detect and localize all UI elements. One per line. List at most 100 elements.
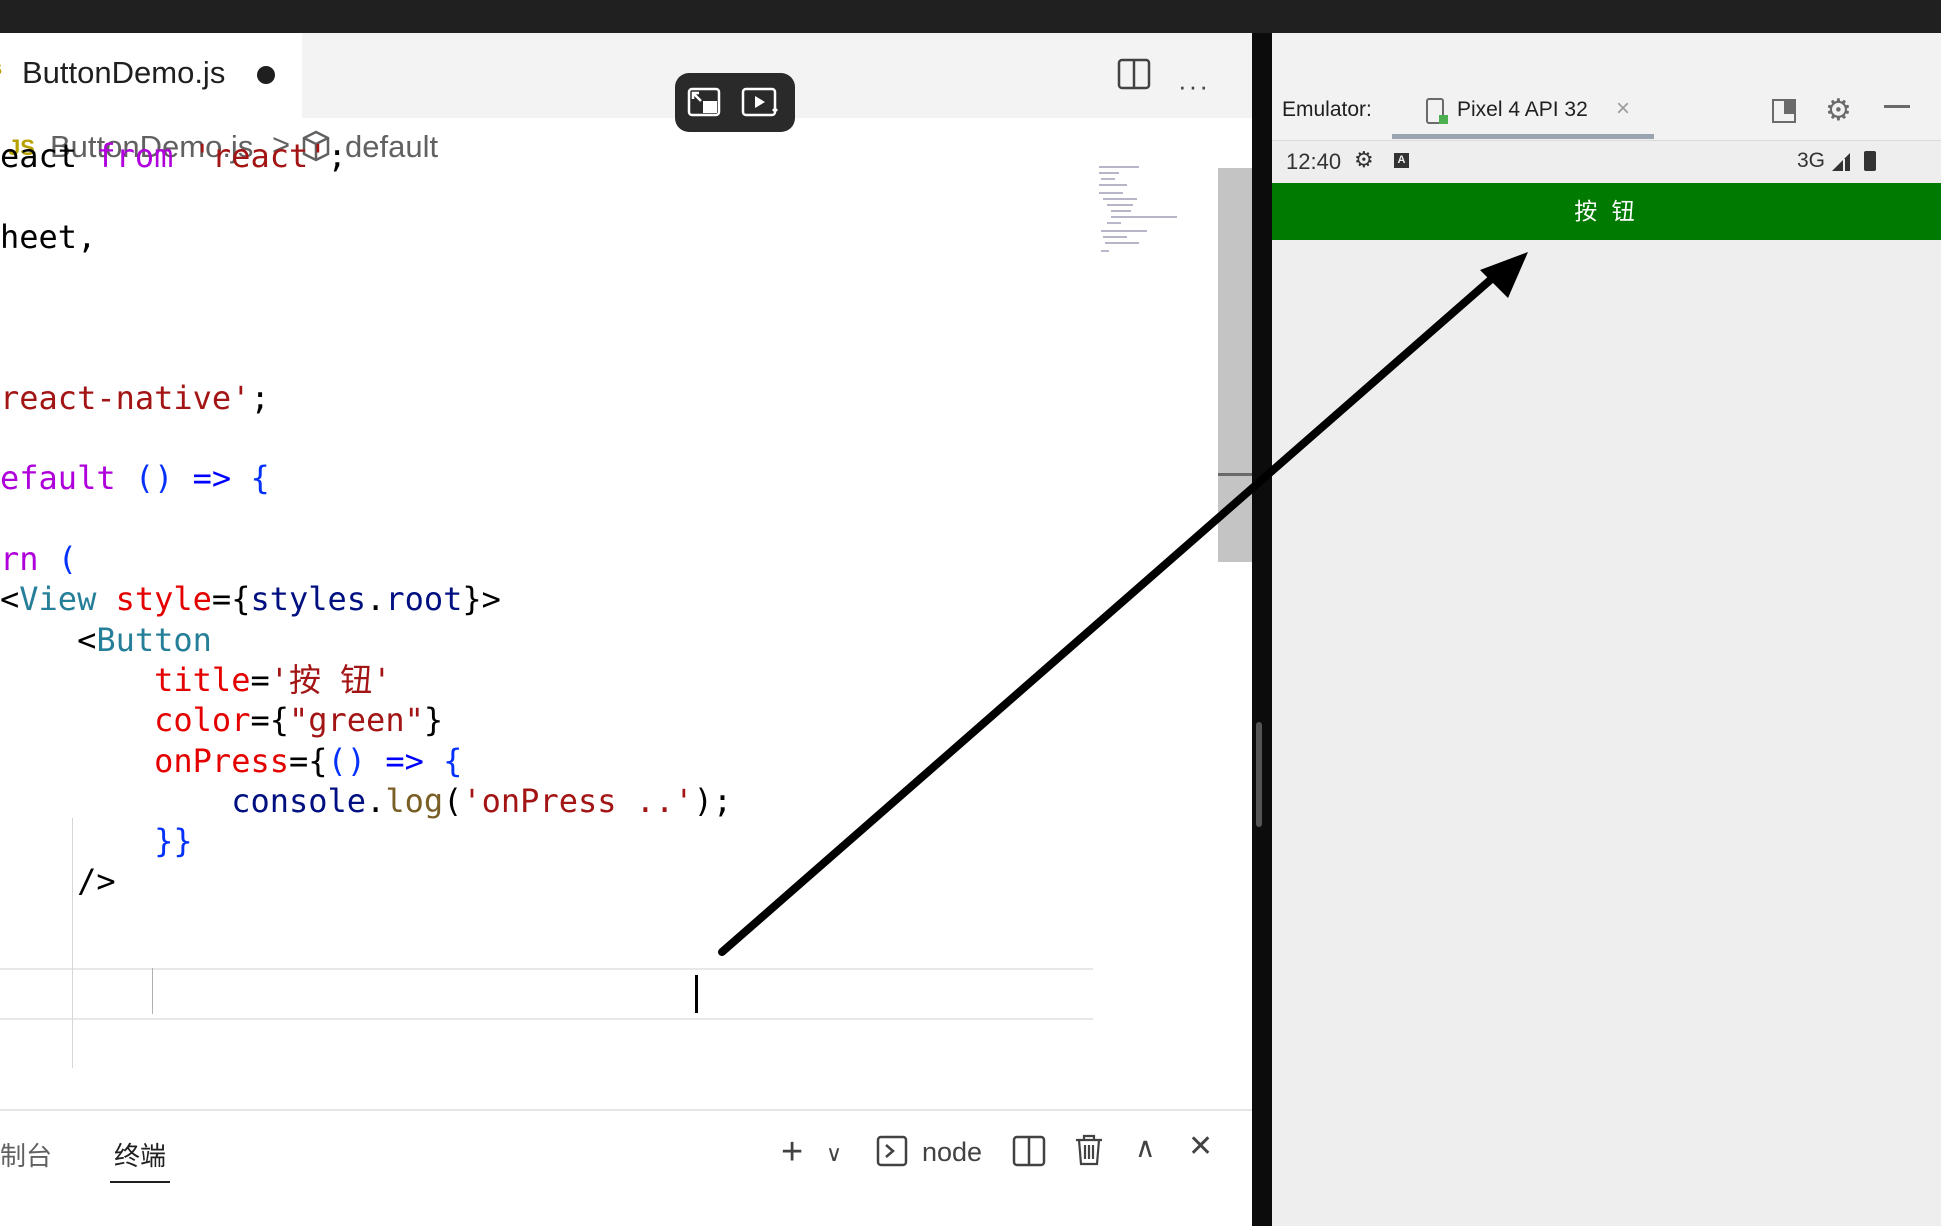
code-token: 'onPress ..'	[462, 782, 694, 820]
minimize-icon[interactable]	[1884, 105, 1910, 108]
code-token: ={	[211, 580, 251, 618]
code-token: 'react'	[192, 137, 328, 175]
code-line: react-native';	[0, 378, 270, 418]
code-token: efault	[0, 459, 135, 497]
code-token: .	[366, 580, 386, 618]
code-token: eact	[0, 137, 97, 175]
code-token: =	[250, 661, 270, 699]
code-token: console	[231, 782, 367, 820]
code-token: ;	[250, 379, 270, 417]
code-token: ()	[134, 459, 193, 497]
code-token: }>	[462, 580, 501, 618]
code-line: title='按 钮'	[0, 660, 392, 700]
code-line: }}	[0, 821, 193, 861]
code-token: }}	[154, 822, 193, 860]
more-actions-icon[interactable]: ···	[1178, 71, 1210, 102]
code-token: onPress	[154, 742, 289, 780]
indent-guide	[72, 818, 73, 1068]
code-token: root	[385, 580, 463, 618]
code-token: />	[0, 862, 116, 900]
gear-icon[interactable]: ⚙	[1825, 93, 1852, 128]
toolbar-divider	[1272, 140, 1941, 141]
code-token: );	[693, 782, 733, 820]
code-token: styles	[250, 580, 367, 618]
trash-icon[interactable]	[1072, 1133, 1106, 1167]
emulator-toolbar: Emulator: Pixel 4 API 32 × ⚙	[1272, 33, 1941, 141]
code-token: (	[57, 540, 78, 578]
editor-scrollbar[interactable]	[1218, 168, 1252, 562]
code-token: from	[96, 137, 193, 175]
chevron-up-icon[interactable]: ∧	[1135, 1131, 1156, 1164]
code-token: {	[443, 742, 463, 780]
window-divider	[1252, 33, 1272, 1226]
emulator-device-tab[interactable]: Pixel 4 API 32	[1457, 98, 1588, 122]
code-editor[interactable]: s ButtonDemo.js ··· JS ButtonDemo.js > d…	[0, 33, 1252, 1226]
new-terminal-icon[interactable]: +	[781, 1131, 803, 1174]
code-token: ()	[327, 742, 386, 780]
window-title-bar	[0, 0, 1941, 33]
battery-icon	[1864, 151, 1876, 171]
code-line: <Button	[0, 620, 212, 660]
signal-icon	[1832, 153, 1850, 171]
code-token: react-native'	[0, 379, 251, 417]
code-line: color={"green"}	[0, 700, 443, 740]
code-token: <	[0, 621, 97, 659]
code-line: rn (	[0, 539, 77, 579]
code-area[interactable]: eact from 'react'; heet, react-native'; …	[0, 33, 1093, 1109]
code-line: <View style={styles.root}>	[0, 579, 501, 619]
code-token: log	[385, 782, 444, 820]
split-terminal-icon[interactable]	[1012, 1134, 1046, 1168]
code-line: heet,	[0, 217, 96, 257]
layout-icon[interactable]	[1772, 99, 1796, 123]
code-token: ;	[327, 137, 347, 175]
active-tab-indicator	[1392, 134, 1654, 139]
close-icon[interactable]: ×	[1616, 95, 1630, 123]
emulator-window: Emulator: Pixel 4 API 32 × ⚙ 12:40 ⚙ A 3…	[1272, 33, 1941, 1226]
gear-icon: ⚙	[1354, 147, 1374, 172]
resize-handle[interactable]	[1256, 722, 1262, 827]
status-time: 12:40	[1286, 149, 1342, 174]
text-cursor	[695, 975, 698, 1013]
code-line: eact from 'react';	[0, 136, 347, 176]
terminal-name[interactable]: node	[922, 1137, 982, 1168]
code-token: title	[154, 661, 251, 699]
code-line: console.log('onPress ..');	[0, 781, 732, 821]
code-token: rn	[0, 540, 58, 578]
code-token: .	[366, 782, 386, 820]
code-token: heet,	[0, 218, 97, 256]
code-token: color	[154, 701, 251, 739]
tab-terminal[interactable]: 终端	[114, 1136, 166, 1173]
network-type: 3G	[1797, 149, 1826, 172]
code-token: ={	[288, 742, 328, 780]
app-green-button[interactable]: 按 钮	[1272, 183, 1941, 240]
code-token: "green"	[288, 701, 424, 739]
split-editor-icon[interactable]	[1117, 57, 1151, 91]
code-line: efault () => {	[0, 458, 270, 498]
code-token: style	[115, 580, 212, 618]
panel-divider[interactable]	[0, 1109, 1252, 1111]
code-line: onPress={() => {	[0, 741, 462, 781]
tab-debug-console[interactable]: 控制台	[0, 1136, 52, 1173]
code-token: <	[0, 580, 20, 618]
code-token: }	[423, 701, 444, 739]
code-line: />	[0, 861, 116, 901]
code-token: Button	[96, 621, 212, 659]
emulator-label: Emulator:	[1282, 98, 1372, 121]
code-token: =>	[192, 459, 251, 497]
chevron-down-icon[interactable]: ∨	[826, 1141, 842, 1167]
phone-device-icon	[1426, 98, 1448, 124]
close-icon[interactable]: ✕	[1188, 1129, 1213, 1164]
code-token: (	[443, 782, 463, 820]
minimap[interactable]	[1097, 163, 1177, 273]
code-token: '按 钮'	[269, 661, 392, 699]
code-token: ={	[250, 701, 289, 739]
code-token: =>	[385, 742, 444, 780]
notification-a-icon: A	[1394, 153, 1409, 168]
scroll-position-marker	[1218, 473, 1252, 476]
indent-guide	[152, 968, 153, 1014]
